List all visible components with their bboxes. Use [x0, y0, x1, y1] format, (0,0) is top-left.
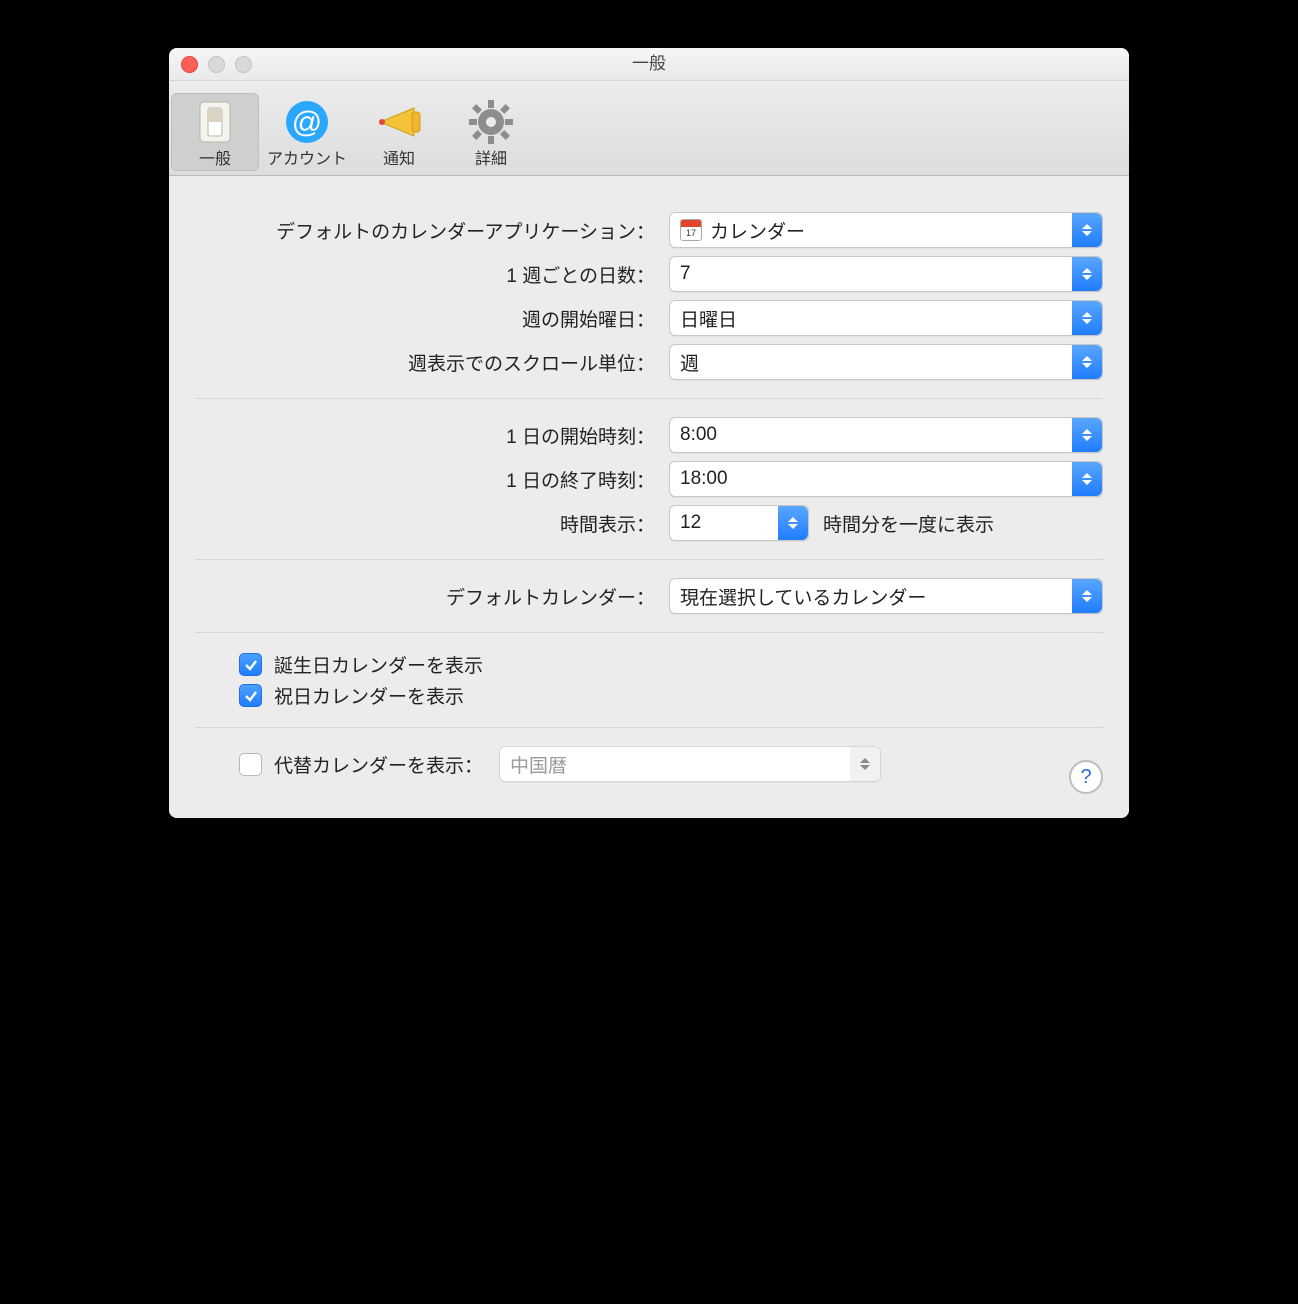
- label-show-birthday: 誕生日カレンダーを表示: [274, 651, 483, 678]
- popup-default-calendar[interactable]: 現在選択しているカレンダー: [669, 578, 1103, 614]
- help-button[interactable]: ?: [1069, 760, 1103, 794]
- tab-alerts-label: 通知: [355, 145, 443, 169]
- check-icon: [244, 689, 258, 703]
- tab-general[interactable]: 一般: [171, 93, 259, 171]
- popup-start-weekday-value: 日曜日: [680, 305, 737, 332]
- stepper-icon: [850, 747, 880, 781]
- checkbox-show-birthday[interactable]: [239, 653, 262, 676]
- tab-alerts[interactable]: 通知: [355, 93, 443, 171]
- svg-text:@: @: [292, 106, 322, 139]
- at-sign-icon: @: [263, 99, 351, 145]
- popup-default-app-value: カレンダー: [710, 217, 805, 244]
- popup-day-end-value: 18:00: [680, 468, 728, 490]
- stepper-icon: [778, 506, 808, 540]
- popup-day-end[interactable]: 18:00: [669, 461, 1103, 497]
- label-default-app: デフォルトのカレンダーアプリケーション：: [195, 217, 669, 244]
- label-alt-calendar: 代替カレンダーを表示：: [274, 751, 483, 778]
- label-day-start: 1 日の開始時刻：: [195, 422, 669, 449]
- calendar-app-icon: [680, 219, 702, 241]
- tab-advanced[interactable]: 詳細: [447, 93, 535, 171]
- label-default-calendar: デフォルトカレンダー：: [195, 583, 669, 610]
- label-hours-suffix: 時間分を一度に表示: [823, 510, 994, 537]
- popup-scroll-unit-value: 週: [680, 349, 699, 376]
- popup-start-weekday[interactable]: 日曜日: [669, 300, 1103, 336]
- megaphone-icon: [355, 99, 443, 145]
- switch-icon: [171, 99, 259, 145]
- close-window-button[interactable]: [181, 56, 198, 73]
- stepper-icon: [1072, 345, 1102, 379]
- preferences-window: 一般 一般 @ アカウント: [169, 48, 1129, 818]
- popup-alt-calendar: 中国暦: [499, 746, 881, 782]
- prefs-content: デフォルトのカレンダーアプリケーション： カレンダー 1 週ごとの日数： 7 週…: [169, 176, 1129, 818]
- popup-default-calendar-value: 現在選択しているカレンダー: [680, 583, 926, 610]
- separator: [195, 398, 1103, 399]
- label-show-holiday: 祝日カレンダーを表示: [274, 682, 464, 709]
- stepper-icon: [1072, 579, 1102, 613]
- tab-accounts-label: アカウント: [263, 145, 351, 169]
- popup-hours-show[interactable]: 12: [669, 505, 809, 541]
- popup-alt-calendar-value: 中国暦: [510, 751, 567, 778]
- zoom-window-button[interactable]: [235, 56, 252, 73]
- tab-accounts[interactable]: @ アカウント: [263, 93, 351, 171]
- prefs-toolbar: 一般 @ アカウント 通知: [169, 81, 1129, 176]
- titlebar: 一般: [169, 48, 1129, 81]
- popup-day-start-value: 8:00: [680, 424, 717, 446]
- help-icon: ?: [1080, 766, 1091, 789]
- popup-scroll-unit[interactable]: 週: [669, 344, 1103, 380]
- separator: [195, 727, 1103, 728]
- popup-days-per-week-value: 7: [680, 263, 691, 285]
- label-hours-show: 時間表示：: [195, 510, 669, 537]
- stepper-icon: [1072, 418, 1102, 452]
- stepper-icon: [1072, 462, 1102, 496]
- minimize-window-button[interactable]: [208, 56, 225, 73]
- tab-general-label: 一般: [171, 145, 259, 169]
- label-scroll-unit: 週表示でのスクロール単位：: [195, 349, 669, 376]
- popup-day-start[interactable]: 8:00: [669, 417, 1103, 453]
- separator: [195, 559, 1103, 560]
- gear-icon: [447, 99, 535, 145]
- stepper-icon: [1072, 301, 1102, 335]
- label-day-end: 1 日の終了時刻：: [195, 466, 669, 493]
- traffic-lights: [181, 56, 252, 73]
- popup-default-app[interactable]: カレンダー: [669, 212, 1103, 248]
- stepper-icon: [1072, 257, 1102, 291]
- label-start-weekday: 週の開始曜日：: [195, 305, 669, 332]
- stepper-icon: [1072, 213, 1102, 247]
- checkbox-show-holiday[interactable]: [239, 684, 262, 707]
- popup-days-per-week[interactable]: 7: [669, 256, 1103, 292]
- tab-advanced-label: 詳細: [447, 145, 535, 169]
- check-icon: [244, 658, 258, 672]
- label-days-per-week: 1 週ごとの日数：: [195, 261, 669, 288]
- window-title: 一般: [632, 54, 666, 73]
- separator: [195, 632, 1103, 633]
- popup-hours-show-value: 12: [680, 512, 701, 534]
- checkbox-alt-calendar[interactable]: [239, 753, 262, 776]
